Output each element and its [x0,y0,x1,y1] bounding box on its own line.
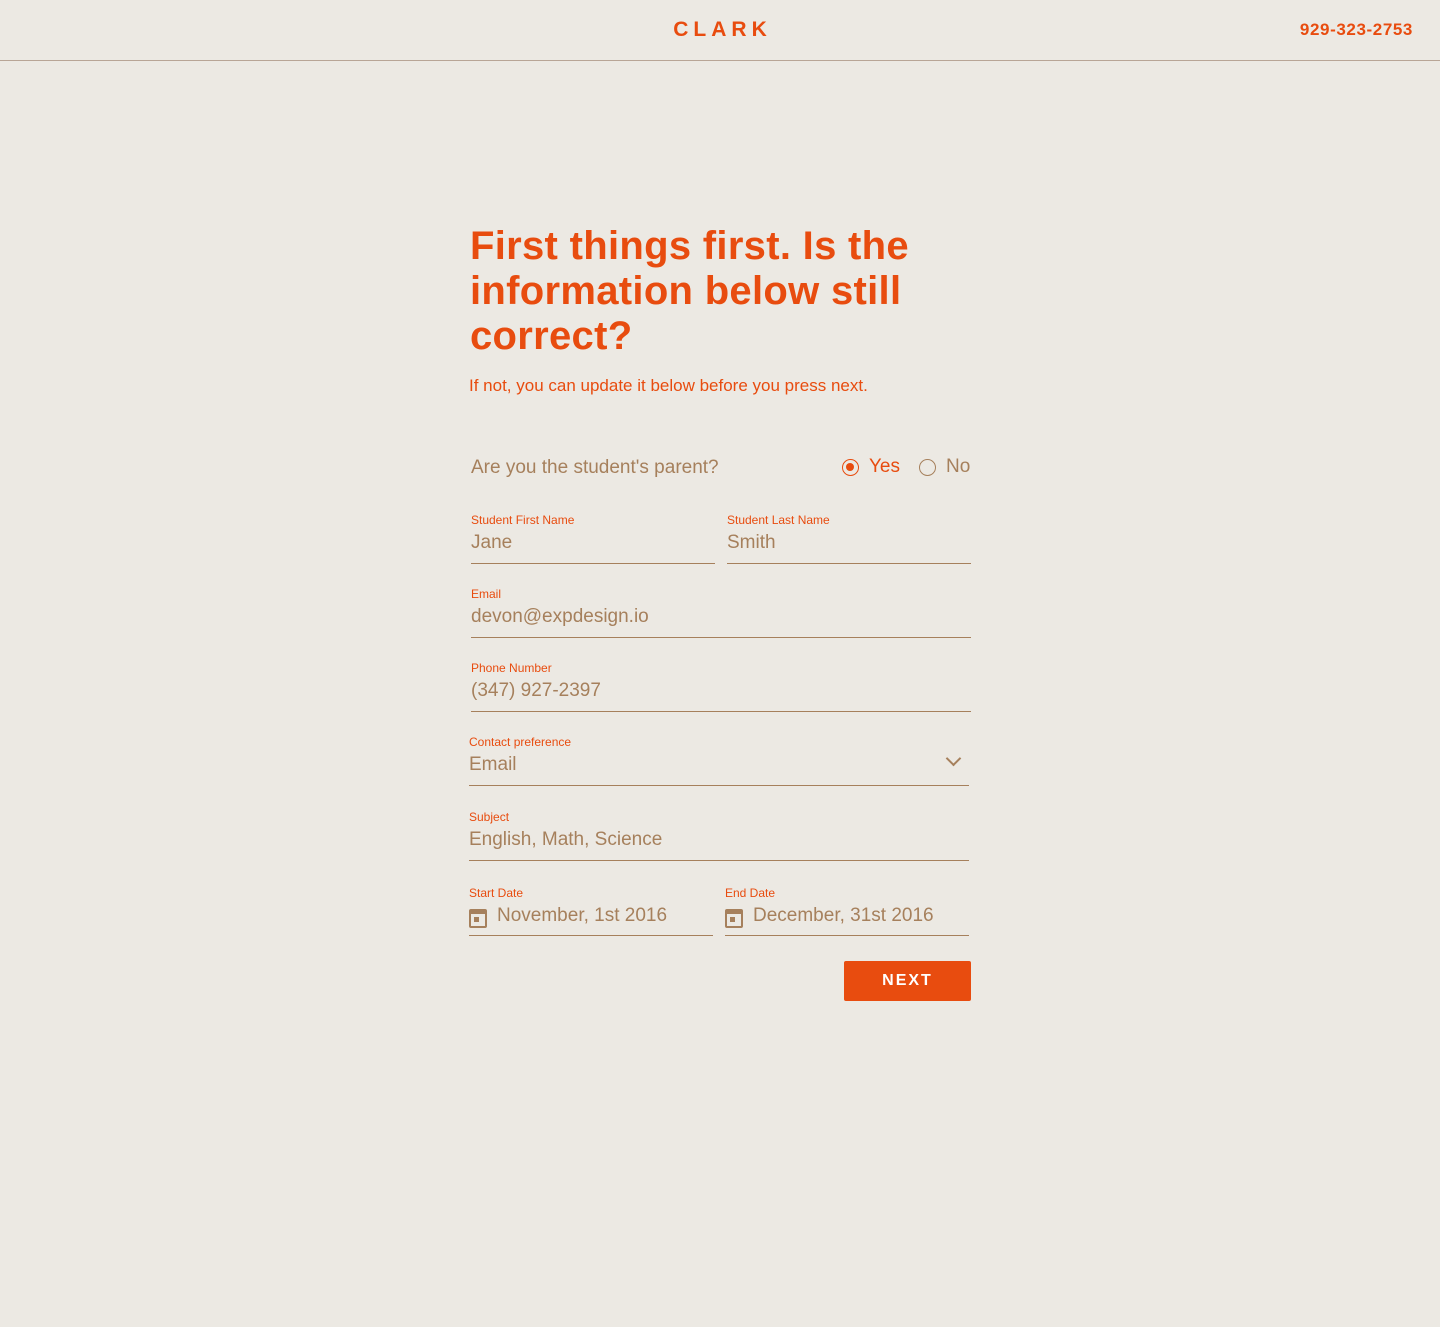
next-button[interactable]: NEXT [844,961,971,1001]
student-last-name-field[interactable]: Student Last Name Smith [727,513,971,564]
parent-question-label: Are you the student's parent? [471,457,719,478]
end-date-field[interactable]: End Date December, 31st 2016 [725,886,969,936]
radio-unchecked-icon [919,458,936,476]
parent-no-radio[interactable]: No [919,456,970,478]
email-value: devon@expdesign.io [471,606,649,627]
contact-preference-value: Email [469,754,517,775]
email-field[interactable]: Email devon@expdesign.io [471,587,971,638]
calendar-icon[interactable] [469,909,487,928]
contact-preference-select[interactable]: Contact preference Email [469,735,969,786]
subject-field[interactable]: Subject English, Math, Science [469,810,969,861]
phone-number-value: (347) 927-2397 [471,680,601,701]
calendar-icon[interactable] [725,909,743,928]
start-date-label: Start Date [469,886,524,900]
start-date-value: November, 1st 2016 [497,905,668,926]
subject-label: Subject [469,810,510,824]
phone-number-field[interactable]: Phone Number (347) 927-2397 [471,661,971,712]
parent-yes-radio[interactable]: Yes [842,456,900,478]
page-title: First things first. Is the information b… [470,224,909,358]
first-name-label: Student First Name [471,513,575,527]
end-date-value: December, 31st 2016 [753,905,934,926]
chevron-down-icon[interactable] [945,750,962,767]
end-date-label: End Date [725,886,776,900]
subject-value: English, Math, Science [469,829,663,850]
top-bar: CLARK 929-323-2753 [0,0,1440,61]
clark-logo[interactable]: CLARK [0,18,1440,42]
parent-no-label: No [946,456,971,477]
student-first-name-field[interactable]: Student First Name Jane [471,513,715,564]
header-phone-link[interactable]: 929-323-2753 [1300,20,1413,40]
page-subtitle: If not, you can update it below before y… [469,376,868,395]
first-name-value: Jane [471,532,513,553]
radio-checked-icon [842,458,859,476]
phone-number-label: Phone Number [471,661,552,675]
contact-preference-label: Contact preference [469,735,572,749]
email-label: Email [471,587,502,601]
parent-yes-label: Yes [869,456,900,477]
last-name-label: Student Last Name [727,513,830,527]
last-name-value: Smith [727,532,776,553]
start-date-field[interactable]: Start Date November, 1st 2016 [469,886,713,936]
